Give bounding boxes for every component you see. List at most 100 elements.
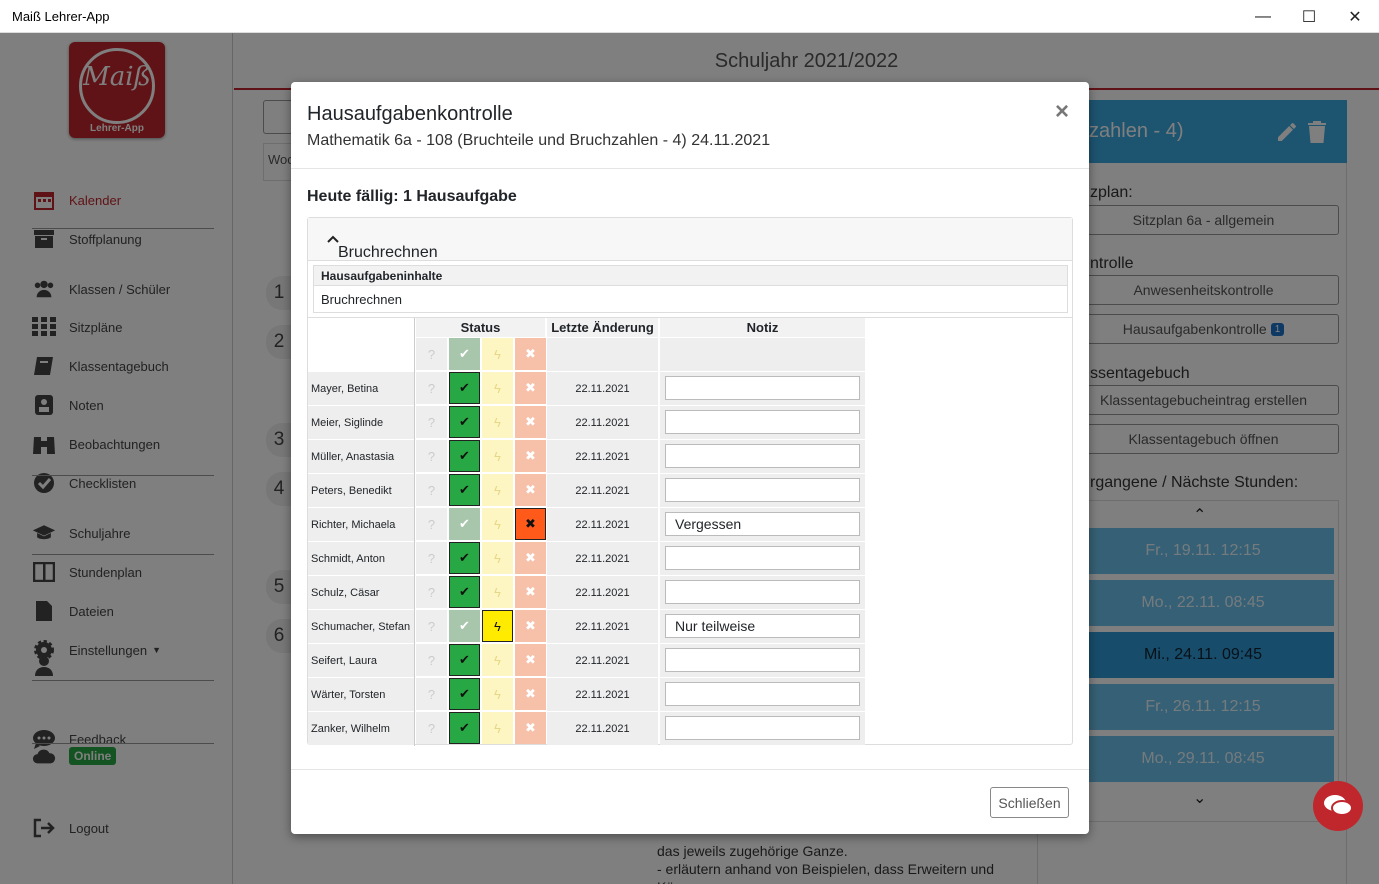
- homework-modal: Hausaufgabenkontrolle Mathematik 6a - 10…: [291, 82, 1089, 834]
- status-column-header: Status: [416, 318, 545, 337]
- note-input[interactable]: [665, 512, 860, 536]
- student-name: Schmidt, Anton: [308, 542, 414, 575]
- note-input[interactable]: [665, 478, 860, 502]
- last-change-date: 22.11.2021: [547, 576, 658, 609]
- status-done-button[interactable]: ✔: [449, 440, 480, 472]
- status-done-button[interactable]: ✔: [449, 610, 480, 642]
- status-unknown-button[interactable]: ?: [416, 678, 447, 710]
- status-done-button[interactable]: ✔: [449, 712, 480, 744]
- status-unknown-button[interactable]: ?: [416, 474, 447, 506]
- last-change-date: 22.11.2021: [547, 474, 658, 507]
- status-unknown-button[interactable]: ?: [416, 406, 447, 438]
- status-done-button[interactable]: ✔: [449, 542, 480, 574]
- homework-card-header[interactable]: Bruchrechnen: [308, 218, 1072, 261]
- student-name: Seifert, Laura: [308, 644, 414, 677]
- status-missing-button[interactable]: ✖: [515, 542, 546, 574]
- status-done-button[interactable]: ✔: [449, 406, 480, 438]
- student-name: Meier, Siglinde: [308, 406, 414, 439]
- modal-header: Hausaufgabenkontrolle Mathematik 6a - 10…: [291, 82, 1089, 169]
- chat-button[interactable]: [1313, 781, 1363, 831]
- note-input[interactable]: [665, 546, 860, 570]
- status-partial-button[interactable]: ϟ: [482, 678, 513, 710]
- status-unknown-button[interactable]: ?: [416, 542, 447, 574]
- status-done-button[interactable]: ✔: [449, 644, 480, 676]
- note-input[interactable]: [665, 444, 860, 468]
- status-unknown-button[interactable]: ?: [416, 508, 447, 540]
- status-missing-button[interactable]: ✖: [515, 474, 546, 506]
- student-name: Mayer, Betina: [308, 372, 414, 405]
- status-missing-button[interactable]: ✖: [515, 576, 546, 608]
- note-input[interactable]: [665, 580, 860, 604]
- student-name: Peters, Benedikt: [308, 474, 414, 507]
- status-partial-button[interactable]: ϟ: [482, 712, 513, 744]
- status-filter-done[interactable]: ✔: [449, 338, 480, 370]
- last-change-date: 22.11.2021: [547, 678, 658, 711]
- status-unknown-button[interactable]: ?: [416, 372, 447, 404]
- note-input[interactable]: [665, 682, 860, 706]
- student-name: Schumacher, Stefan: [308, 610, 414, 643]
- status-done-button[interactable]: ✔: [449, 678, 480, 710]
- status-missing-button[interactable]: ✖: [515, 372, 546, 404]
- homework-title: Bruchrechnen: [323, 231, 438, 261]
- status-missing-button[interactable]: ✖: [515, 610, 546, 642]
- last-change-date: 22.11.2021: [547, 712, 658, 745]
- student-name: Richter, Michaela: [308, 508, 414, 541]
- status-filter-missing[interactable]: ✖: [515, 338, 546, 370]
- student-name: Wärter, Torsten: [308, 678, 414, 711]
- status-filter-partial[interactable]: ϟ: [482, 338, 513, 370]
- window-close-button[interactable]: ✕: [1332, 0, 1378, 33]
- note-column-header: Notiz: [660, 318, 865, 337]
- minimize-button[interactable]: —: [1240, 0, 1286, 33]
- status-unknown-button[interactable]: ?: [416, 644, 447, 676]
- last-change-date: 22.11.2021: [547, 372, 658, 405]
- status-missing-button[interactable]: ✖: [515, 508, 546, 540]
- status-partial-button[interactable]: ϟ: [482, 576, 513, 608]
- status-missing-button[interactable]: ✖: [515, 644, 546, 676]
- status-missing-button[interactable]: ✖: [515, 440, 546, 472]
- note-input[interactable]: [665, 716, 860, 740]
- last-change-date: 22.11.2021: [547, 440, 658, 473]
- last-change-column-header: Letzte Änderung: [547, 318, 658, 337]
- student-name: Zanker, Wilhelm: [308, 712, 414, 745]
- status-partial-button[interactable]: ϟ: [482, 440, 513, 472]
- contents-value: Bruchrechnen: [321, 292, 402, 307]
- status-partial-button[interactable]: ϟ: [482, 508, 513, 540]
- note-input[interactable]: [665, 410, 860, 434]
- student-name: Müller, Anastasia: [308, 440, 414, 473]
- student-name: Schulz, Cäsar: [308, 576, 414, 609]
- chat-icon: [1324, 795, 1353, 816]
- chevron-up-icon: [327, 235, 339, 243]
- last-change-date: 22.11.2021: [547, 610, 658, 643]
- note-input[interactable]: [665, 376, 860, 400]
- status-partial-button[interactable]: ϟ: [482, 542, 513, 574]
- status-missing-button[interactable]: ✖: [515, 678, 546, 710]
- status-partial-button[interactable]: ϟ: [482, 474, 513, 506]
- note-input[interactable]: [665, 648, 860, 672]
- status-done-button[interactable]: ✔: [449, 372, 480, 404]
- status-filter-unknown[interactable]: ?: [416, 338, 447, 370]
- status-done-button[interactable]: ✔: [449, 576, 480, 608]
- status-missing-button[interactable]: ✖: [515, 406, 546, 438]
- last-change-date: 22.11.2021: [547, 508, 658, 541]
- status-done-button[interactable]: ✔: [449, 508, 480, 540]
- status-missing-button[interactable]: ✖: [515, 712, 546, 744]
- last-change-date: 22.11.2021: [547, 644, 658, 677]
- window-titlebar: Maiß Lehrer-App — ☐ ✕: [0, 0, 1379, 33]
- status-partial-button[interactable]: ϟ: [482, 644, 513, 676]
- status-unknown-button[interactable]: ?: [416, 712, 447, 744]
- status-unknown-button[interactable]: ?: [416, 440, 447, 472]
- status-partial-button[interactable]: ϟ: [482, 372, 513, 404]
- maximize-button[interactable]: ☐: [1286, 0, 1332, 33]
- modal-title: Hausaufgabenkontrolle: [307, 103, 513, 125]
- status-partial-button[interactable]: ϟ: [482, 406, 513, 438]
- status-unknown-button[interactable]: ?: [416, 610, 447, 642]
- status-done-button[interactable]: ✔: [449, 474, 480, 506]
- homework-contents: Hausaufgabeninhalte Bruchrechnen: [313, 265, 1068, 313]
- status-partial-button[interactable]: ϟ: [482, 610, 513, 642]
- close-button[interactable]: Schließen: [990, 787, 1069, 818]
- status-unknown-button[interactable]: ?: [416, 576, 447, 608]
- modal-close-icon[interactable]: ×: [1055, 98, 1069, 126]
- homework-card: Bruchrechnen Hausaufgabeninhalte Bruchre…: [307, 217, 1073, 746]
- note-input[interactable]: [665, 614, 860, 638]
- contents-header: Hausaufgabeninhalte: [314, 266, 1067, 286]
